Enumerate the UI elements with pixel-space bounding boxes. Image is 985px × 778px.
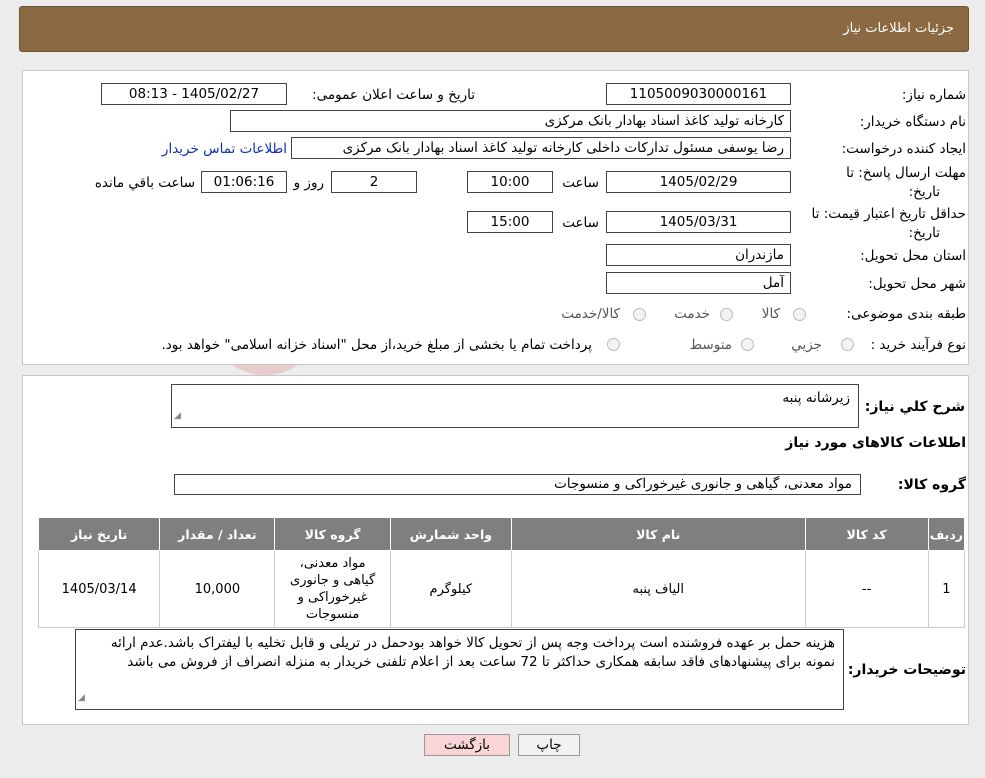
col-need-date: تاریخ نیاز (37, 517, 161, 551)
col-goods-code: کد کالا (804, 517, 929, 551)
need-summary-label: شرح كلي نياز: (864, 399, 965, 415)
city-field: آمل (606, 272, 791, 294)
price-validity-date-field: 1405/03/31 (606, 211, 791, 233)
process-option-medium: متوسط (689, 337, 732, 353)
price-validity-time-label: ساعت (562, 215, 599, 231)
goods-table-header: رديف کد کالا نام کالا واحد شمارش گروه کا… (37, 517, 966, 551)
table-row: 1 -- الیاف پنبه کیلوگرم مواد معدنی، گیاه… (37, 550, 966, 628)
page-title: جزئیات اطلاعات نیاز (843, 21, 954, 36)
need-summary-text: زیرشانه پنبه (782, 390, 850, 406)
col-unit: واحد شمارش (389, 517, 512, 551)
cell-row-number: 1 (927, 550, 966, 628)
col-goods-group: گروه کالا (274, 517, 391, 551)
category-radio-service[interactable] (720, 308, 733, 321)
process-radio-treasury[interactable] (607, 338, 620, 351)
process-radio-minor[interactable] (841, 338, 854, 351)
category-radio-goods[interactable] (793, 308, 806, 321)
buyer-notes-text: هزینه حمل بر عهده فروشنده است پرداخت وجه… (110, 635, 835, 670)
days-label: روز و (293, 175, 324, 191)
days-remaining-field: 2 (331, 171, 417, 193)
time-remaining-field: 01:06:16 (201, 171, 287, 193)
price-validity-time-field: 15:00 (467, 211, 553, 233)
page-header: جزئیات اطلاعات نیاز (19, 6, 969, 52)
need-summary-textarea: زیرشانه پنبه ◢ (171, 384, 859, 428)
deadline-time-label: ساعت (562, 175, 599, 191)
col-quantity: تعداد / مقدار (159, 517, 276, 551)
deadline-time-field: 10:00 (467, 171, 553, 193)
cell-unit: کیلوگرم (389, 550, 512, 628)
deadline-label-line2: تاریخ: (908, 184, 940, 200)
deadline-date-field: 1405/02/29 (606, 171, 791, 193)
goods-table: رديف کد کالا نام کالا واحد شمارش گروه کا… (37, 517, 966, 628)
announce-datetime-label: تاریخ و ساعت اعلان عمومی: (312, 87, 475, 103)
price-validity-label: حداقل تاریخ اعتبار قیمت: تا (811, 206, 966, 222)
requester-label: ایجاد کننده درخواست: (841, 141, 966, 157)
need-number-field: 1105009030000161 (606, 83, 791, 105)
province-field: مازندران (606, 244, 791, 266)
cell-need-date: 1405/03/14 (37, 550, 161, 628)
print-button[interactable]: چاپ (518, 734, 580, 756)
category-radio-goods-service[interactable] (633, 308, 646, 321)
requester-field: رضا یوسفی مسئول تدارکات داخلی کارخانه تو… (291, 137, 791, 159)
process-option-minor: جزیي (791, 337, 822, 353)
price-validity-label-line2: تاریخ: (908, 225, 940, 241)
col-row-number: رديف (927, 517, 966, 551)
category-option-goods-service: کالا/خدمت (561, 306, 620, 322)
cell-quantity: 10,000 (159, 550, 276, 628)
category-option-goods: کالا (761, 306, 780, 322)
cell-goods-group: مواد معدنی، گیاهی و جانوری غیرخوراکی و م… (274, 550, 391, 628)
province-label: استان محل تحویل: (860, 248, 966, 264)
buyer-notes-label: توضیحات خریدار: (847, 662, 966, 678)
resize-grip-icon[interactable]: ◢ (78, 689, 85, 708)
col-goods-name: نام کالا (510, 517, 806, 551)
deadline-label: مهلت ارسال پاسخ: تا (846, 165, 966, 181)
purchase-process-note: پرداخت تمام یا بخشی از مبلغ خرید،از محل … (161, 337, 592, 353)
cell-goods-code: -- (804, 550, 929, 628)
buyer-org-label: نام دستگاه خریدار: (859, 114, 966, 130)
city-label: شهر محل تحویل: (868, 276, 966, 292)
buyer-notes-textarea: هزینه حمل بر عهده فروشنده است پرداخت وجه… (75, 629, 844, 710)
buyer-contact-link[interactable]: اطلاعات تماس خریدار (162, 141, 287, 157)
goods-info-title: اطلاعات کالاهای مورد نیاز (785, 435, 966, 451)
resize-grip-icon[interactable]: ◢ (174, 407, 181, 426)
time-remaining-label: ساعت باقي مانده (94, 175, 195, 191)
back-button[interactable]: بازگشت (424, 734, 510, 756)
cell-goods-name: الیاف پنبه (510, 550, 806, 628)
announce-datetime-field: 1405/02/27 - 08:13 (101, 83, 287, 105)
goods-group-field: مواد معدنی، گیاهی و جانوری غیرخوراکی و م… (174, 474, 861, 495)
buyer-org-field: کارخانه تولید کاغذ اسناد بهادار بانک مرک… (230, 110, 791, 132)
need-number-label: شماره نیاز: (901, 87, 966, 103)
process-radio-medium[interactable] (741, 338, 754, 351)
category-option-service: خدمت (674, 306, 710, 322)
goods-group-label: گروه کالا: (897, 477, 966, 493)
category-label: طبقه بندی موضوعی: (846, 306, 966, 322)
purchase-process-label: نوع فرآیند خرید : (870, 337, 966, 353)
